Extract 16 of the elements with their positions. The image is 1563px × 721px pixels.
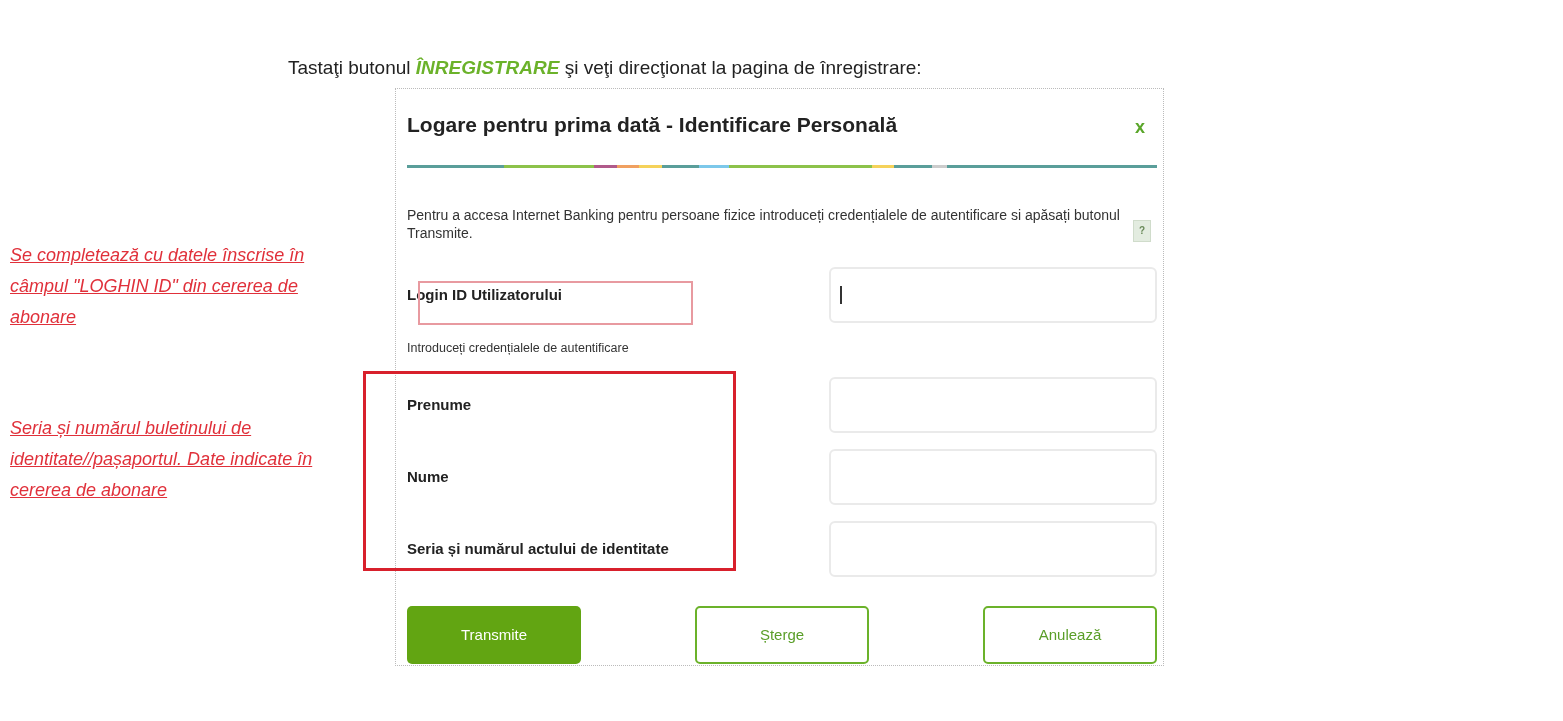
action-button[interactable]: Șterge (695, 605, 869, 664)
help-button[interactable]: ? (1133, 220, 1152, 242)
input-field[interactable] (829, 267, 1157, 323)
field-label: Nume (407, 466, 449, 487)
description-text: Pentru a accesa Internet Banking pentru persoane fizice introduceți credențialele de autentificare si apăsați butonul Transmite. (407, 206, 1121, 242)
text-cursor (840, 286, 842, 304)
submit-button[interactable]: Transmite (407, 605, 581, 664)
annotation-note: Se completează cu datele înscrise în câmpul "LOGHIN ID" din cererea de abonare (10, 244, 306, 329)
close-button[interactable]: x (1123, 113, 1157, 141)
field-label: Prenume (407, 394, 472, 415)
dialog-title: Logare pentru prima dată - Identificare Personală (407, 112, 898, 139)
instruction-text: Tastaţi butonul ÎNREGISTRARE şi veţi direcţionat la pagina de înregistrare: (288, 56, 922, 80)
hint-text: Introduceți credențialele de autentificare (407, 340, 630, 357)
field-label: Seria și numărul actului de identitate (407, 538, 669, 559)
action-button[interactable]: Anulează (983, 605, 1157, 664)
annotation-note: Seria și numărul buletinului de identitate//pașaportul. Date indicate în cererea de abonare (10, 417, 314, 502)
